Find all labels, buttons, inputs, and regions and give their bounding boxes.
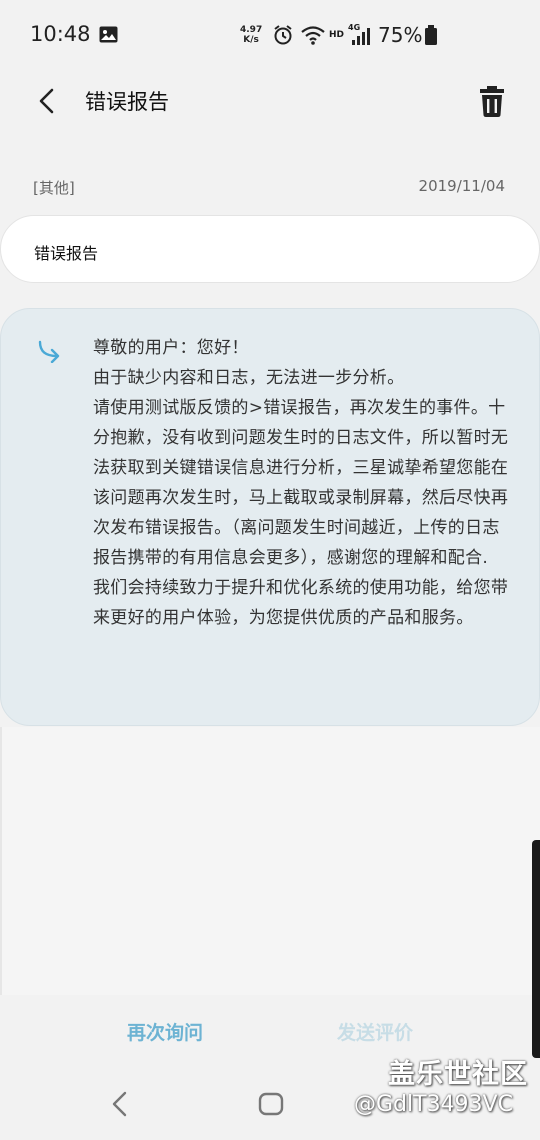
wifi-icon (301, 26, 325, 45)
report-bubble: 错误报告 (0, 215, 540, 283)
net-speed-value: 4.97 (240, 25, 263, 35)
alarm-icon (274, 25, 292, 45)
ask-again-button[interactable]: 再次询问 (100, 1018, 230, 1045)
watermark-title: 盖乐世社区 (388, 1059, 528, 1090)
reply-greeting: 尊敬的用户：您好！ (93, 338, 249, 358)
battery-percent: 75% (378, 23, 423, 47)
category-label: [其他] (33, 179, 75, 197)
report-date: 2019/11/04 (418, 177, 505, 195)
nav-back-icon[interactable] (108, 1090, 132, 1118)
reply-arrow-icon (38, 340, 60, 363)
report-text: 错误报告 (34, 244, 99, 263)
screen: 10:48 4.97 K/s HD 4G 75% 错误报告 [其他] 2019/… (0, 0, 540, 1140)
reply-bubble: 尊敬的用户：您好！ 由于缺少内容和日志，无法进一步分析。 请使用测试版反馈的>错… (0, 308, 540, 726)
net-speed: 4.97 K/s (240, 25, 262, 45)
trash-icon[interactable] (476, 84, 508, 118)
reply-line: 请使用测试版反馈的>错误报告，再次发生的事件。十分抱歉，没有收到问题发生时的日志… (93, 398, 509, 568)
reply-line: 由于缺少内容和日志，无法进一步分析。 (93, 368, 405, 388)
watermark-user: @GdlT3493VC (354, 1092, 513, 1117)
app-header: 错误报告 (0, 72, 540, 132)
signal-4g-icon (352, 28, 370, 45)
gallery-icon (99, 26, 118, 43)
hd-icon: HD (329, 30, 345, 40)
status-time: 10:48 (30, 22, 91, 46)
nav-home-icon[interactable] (258, 1092, 284, 1116)
reply-line: 我们会持续致力于提升和优化系统的使用功能，给您带来更好的用户体验，为您提供优质的… (93, 578, 509, 628)
reply-text: 尊敬的用户：您好！ 由于缺少内容和日志，无法进一步分析。 请使用测试版反馈的>错… (93, 333, 513, 633)
empty-panel (0, 727, 540, 995)
send-rating-button[interactable]: 发送评价 (310, 1018, 440, 1045)
battery-icon (425, 25, 437, 45)
page-title: 错误报告 (85, 90, 169, 114)
chevron-left-icon[interactable] (30, 84, 64, 118)
status-bar: 10:48 4.97 K/s HD 4G 75% (0, 0, 540, 72)
net-speed-unit: K/s (243, 35, 259, 45)
